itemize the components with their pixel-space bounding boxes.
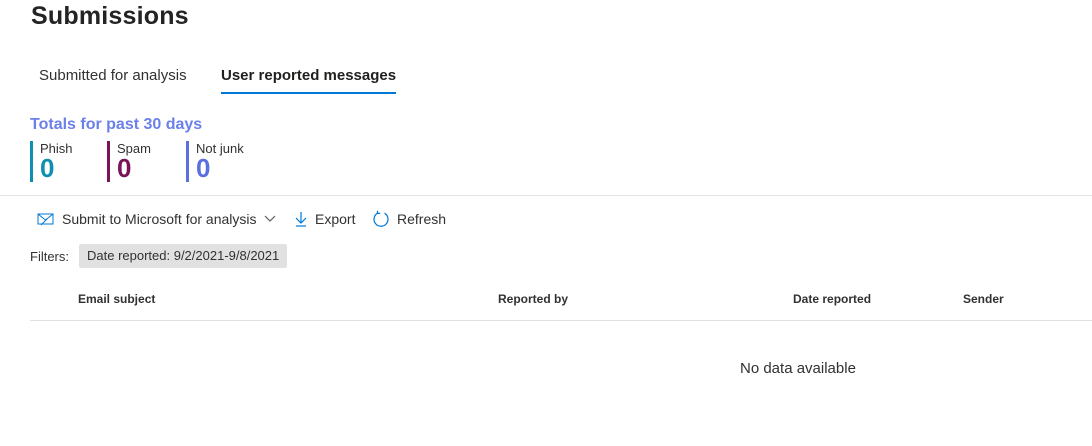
metric-spam: Spam 0: [107, 141, 151, 183]
refresh-button-label: Refresh: [397, 211, 447, 227]
submit-to-microsoft-button[interactable]: Submit to Microsoft for analysis: [37, 208, 276, 230]
totals-title: Totals for past 30 days: [30, 116, 203, 133]
metric-bar-spam: [107, 141, 110, 182]
metric-value-phish: 0: [40, 153, 55, 183]
column-header-email-subject[interactable]: Email subject: [78, 292, 155, 306]
refresh-icon: [373, 210, 389, 227]
column-header-reported-by[interactable]: Reported by: [498, 292, 568, 306]
metric-bar-not-junk: [186, 141, 189, 182]
filters-label: Filters:: [30, 249, 69, 264]
page-title: Submissions: [31, 2, 189, 30]
metric-value-spam: 0: [117, 153, 132, 183]
export-button[interactable]: Export: [294, 208, 355, 230]
export-button-label: Export: [315, 211, 356, 227]
metric-not-junk: Not junk 0: [186, 141, 244, 183]
filter-chip-date-reported[interactable]: Date reported: 9/2/2021-9/8/2021: [79, 244, 288, 268]
submit-button-label: Submit to Microsoft for analysis: [62, 211, 257, 227]
metric-value-not-junk: 0: [196, 153, 211, 183]
empty-state-text: No data available: [740, 360, 856, 377]
column-header-sender[interactable]: Sender: [963, 292, 1004, 306]
submit-mail-icon: [37, 213, 54, 226]
download-icon: [295, 212, 307, 227]
tab-user-reported-messages[interactable]: User reported messages: [221, 64, 397, 94]
tab-submitted-for-analysis[interactable]: Submitted for analysis: [39, 64, 187, 92]
table-header-divider: [30, 320, 1092, 321]
metric-bar-phish: [30, 141, 33, 182]
section-divider: [0, 195, 1092, 196]
chevron-down-icon: [264, 215, 275, 222]
refresh-button[interactable]: Refresh: [372, 208, 446, 230]
submissions-page: Submissions Submitted for analysis User …: [0, 0, 1092, 446]
column-header-date-reported[interactable]: Date reported: [793, 292, 871, 306]
metric-phish: Phish 0: [30, 141, 73, 183]
